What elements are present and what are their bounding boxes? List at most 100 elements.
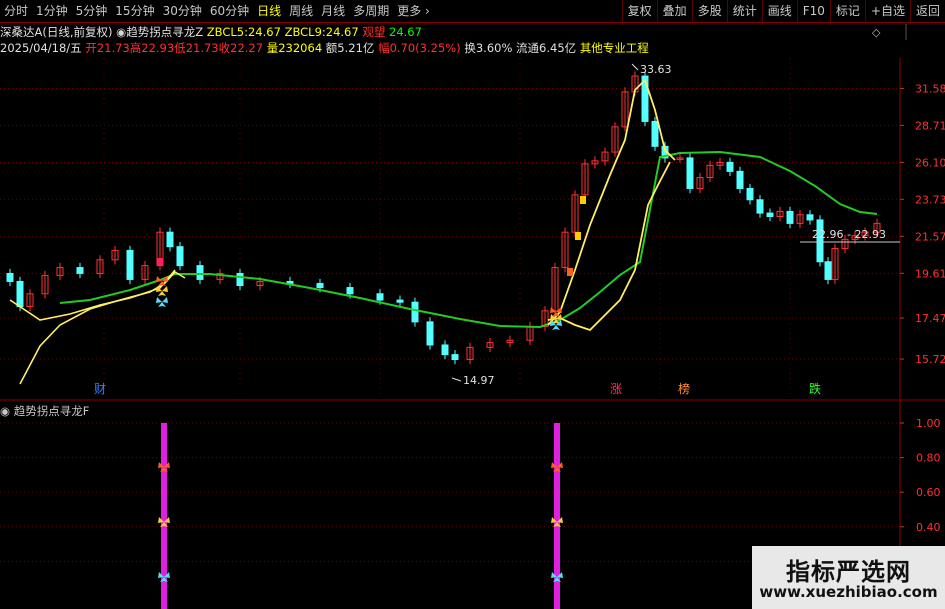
indicator-name[interactable]: 趋势拐点寻龙Z	[126, 25, 203, 39]
vol-value: 232064	[278, 41, 323, 55]
quote-date: 2025/04/18/五	[0, 41, 82, 55]
candle-body	[441, 344, 449, 356]
quote-info-line: 2025/04/18/五 开21.73高22.93低21.73收22.27 量2…	[0, 40, 649, 56]
toolbar-button-2[interactable]: 多股	[691, 0, 727, 22]
toolbar-button-0[interactable]: 复权	[621, 0, 657, 22]
watermark: 指标严选网 www.xuezhibiao.com	[752, 546, 945, 609]
tab-5[interactable]: 60分钟	[206, 0, 253, 22]
sector[interactable]: 其他专业工程	[580, 41, 649, 55]
watch-label: 观望	[362, 25, 386, 39]
candle-body	[651, 120, 659, 147]
toolbar-button-7[interactable]: +自选	[864, 0, 910, 22]
high-annotation: 33.63	[640, 63, 672, 76]
lower-tick-label: 0.80	[916, 452, 941, 465]
indicator-info-line: 深桑达A(日线,前复权) ◉趋势拐点寻龙Z ZBCL5:24.67 ZBCL9:…	[0, 24, 422, 40]
signal-block	[575, 232, 581, 240]
tab-2[interactable]: 5分钟	[72, 0, 112, 22]
toolbar-button-8[interactable]: 返回	[909, 0, 945, 22]
signal-butterfly	[156, 297, 168, 307]
lower-indicator-name[interactable]: 趋势拐点寻龙F	[14, 404, 90, 418]
toolbar-button-6[interactable]: 标记	[829, 0, 865, 22]
candle-body	[426, 321, 434, 346]
range-value: 0.70(3.25%)	[389, 41, 461, 55]
candle-body	[746, 187, 754, 201]
tab-8[interactable]: 月线	[317, 0, 349, 22]
toolbar-button-5[interactable]: F10	[796, 0, 830, 22]
candle-body	[766, 212, 774, 217]
candle-body	[176, 246, 184, 267]
low-annotation: 14.97	[463, 374, 495, 387]
range-label: 幅	[378, 41, 390, 55]
low-label: 低	[174, 41, 186, 55]
price-tick-label: 31.58	[915, 82, 945, 95]
candle-body	[756, 199, 764, 214]
collapse-icon: ◇	[872, 26, 881, 39]
candle-body	[16, 280, 24, 307]
event-marker: 财	[94, 382, 106, 396]
tab-4[interactable]: 30分钟	[159, 0, 206, 22]
candle-body	[346, 287, 354, 295]
turnover-label: 换	[464, 41, 476, 55]
right-toolbar: 复权 叠加 多股 统计 画线 F10 标记 +自选 返回	[621, 0, 945, 22]
high-annotation-arrow	[631, 63, 639, 71]
candle-body	[451, 354, 459, 361]
zbcl5-value: 24.67	[247, 25, 281, 39]
low-annotation-arrow	[451, 377, 462, 382]
float-label: 流通	[516, 41, 540, 55]
candle-body	[824, 261, 832, 280]
tab-3[interactable]: 15分钟	[111, 0, 158, 22]
event-marker: 榜	[678, 381, 690, 396]
eye-icon[interactable]: ◉	[0, 404, 10, 418]
vol-label: 量	[266, 41, 279, 55]
zbcl5-label: ZBCL5:	[206, 25, 248, 39]
signal-butterfly	[156, 286, 168, 296]
eye-icon[interactable]: ◉	[116, 25, 126, 39]
event-marker: 涨	[610, 381, 622, 396]
yellow-band-line	[9, 269, 176, 321]
stock-name[interactable]: 深桑达A	[0, 25, 42, 39]
candle-body	[316, 282, 324, 289]
toolbar-button-4[interactable]: 画线	[761, 0, 797, 22]
close-label: 收	[218, 41, 231, 55]
tab-10[interactable]: 更多 ›	[393, 0, 434, 22]
watch-value: 24.67	[389, 25, 422, 39]
candle-body	[376, 293, 384, 301]
lower-tick-label: 1.00	[916, 417, 941, 430]
candle-body	[166, 231, 174, 248]
high-label: 高	[129, 41, 142, 55]
price-tick-label: 15.72	[915, 353, 945, 366]
tab-7[interactable]: 周线	[285, 0, 317, 22]
chart-canvas[interactable]: ◇ 31.58 28.71 26.10 23.73 21.57 19.61 17.47 15.7…	[0, 0, 945, 609]
amount-label: 额	[325, 41, 338, 55]
signal-block	[567, 268, 573, 276]
candle-body	[76, 267, 84, 274]
tab-0[interactable]: 分时	[0, 0, 32, 22]
open-label: 开	[85, 41, 97, 55]
tab-6[interactable]: 日线	[253, 0, 285, 22]
period-tabs: 分时 1分钟 5分钟 15分钟 30分钟 60分钟 日线 周线 月线 多周期 更多 ›	[0, 0, 434, 22]
zbcl9-label: ZBCL9:	[284, 25, 326, 39]
yellow-band-line	[547, 161, 671, 332]
tab-9[interactable]: 多周期	[349, 0, 393, 22]
low-value: 21.73	[185, 41, 219, 55]
lower-tick-label: 0.40	[916, 521, 941, 534]
candle-body	[411, 301, 419, 323]
signal-block	[157, 258, 163, 266]
watermark-title: 指标严选网	[786, 558, 911, 586]
tab-1[interactable]: 1分钟	[32, 0, 72, 22]
candle-body	[396, 299, 404, 303]
candle-body	[6, 272, 14, 282]
open-value: 21.73	[96, 41, 130, 55]
signal-butterfly	[156, 276, 168, 286]
candle-body	[736, 170, 744, 189]
close-value: 22.27	[230, 41, 264, 55]
toolbar-button-3[interactable]: 统计	[726, 0, 762, 22]
chart-mode: (日线,前复权)	[42, 25, 113, 39]
turnover-value: 3.60%	[475, 41, 513, 55]
amount-value: 5.21亿	[337, 41, 375, 55]
range-annotation: 22.96 - 22.93	[812, 228, 886, 241]
lower-tick-label: 0.60	[916, 486, 941, 499]
candle-body	[806, 214, 814, 221]
toolbar-button-1[interactable]: 叠加	[656, 0, 692, 22]
price-tick-label: 17.47	[915, 312, 945, 325]
